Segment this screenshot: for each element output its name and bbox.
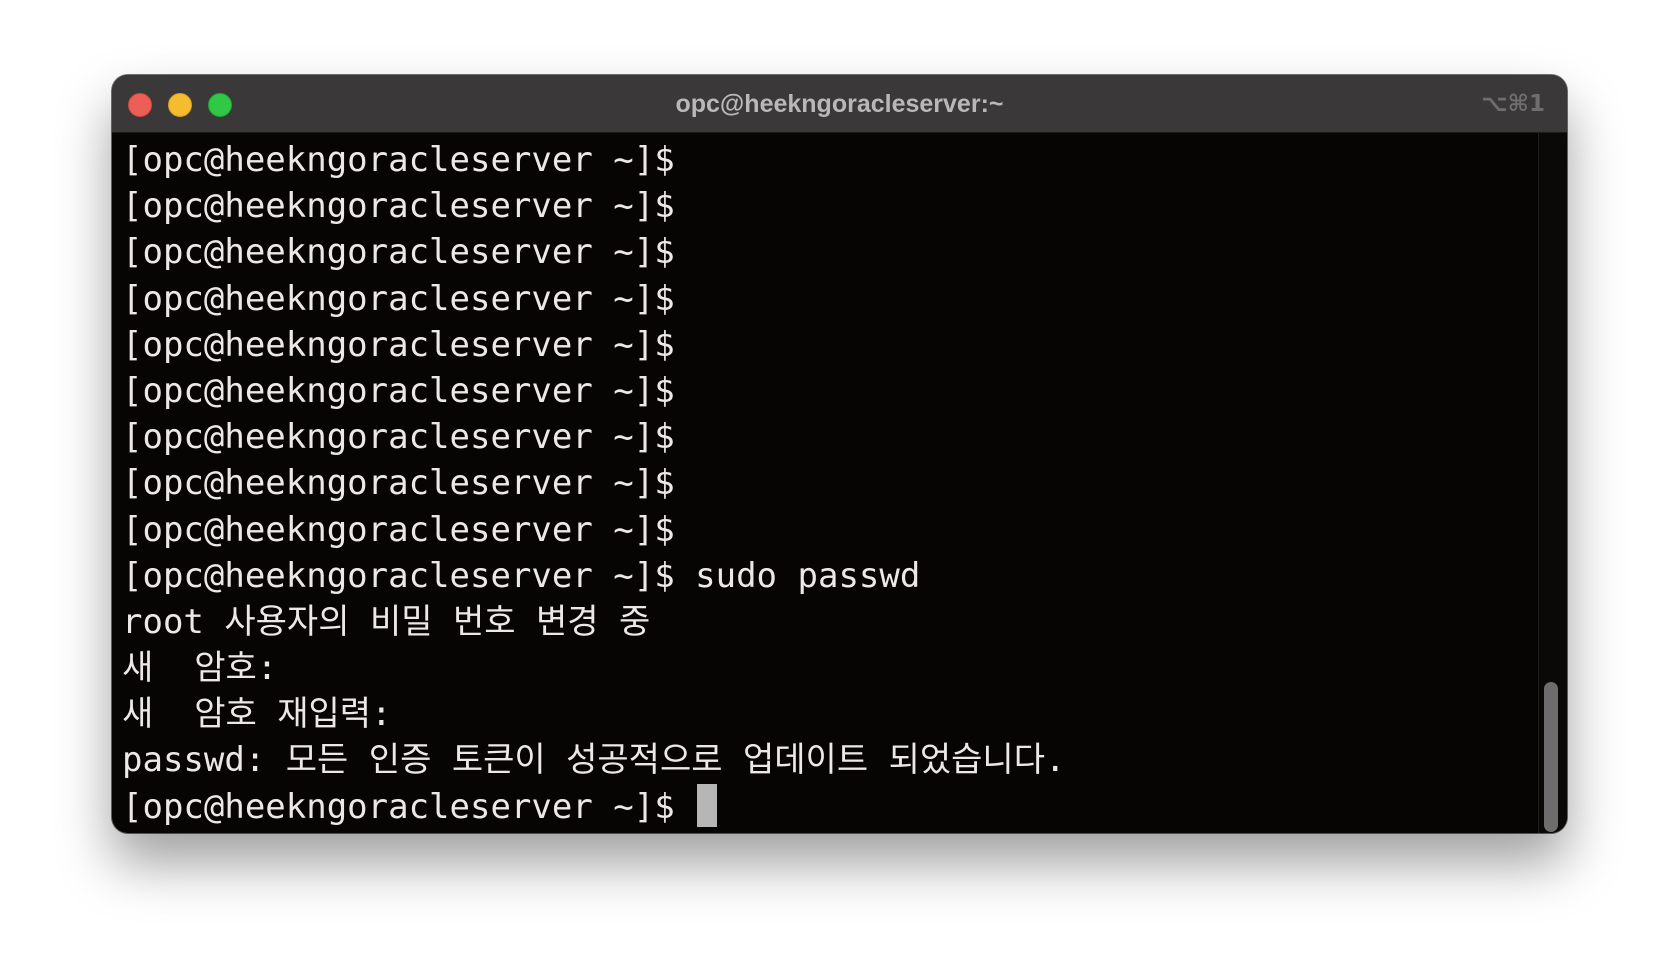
terminal-line: 새 암호:	[122, 648, 278, 689]
terminal-line: [opc@heekngoracleserver ~]$	[122, 509, 675, 550]
terminal-line: [opc@heekngoracleserver ~]$	[122, 463, 675, 504]
terminal-line: [opc@heekngoracleserver ~]$	[122, 278, 675, 319]
terminal-line: [opc@heekngoracleserver ~]$	[122, 370, 675, 411]
terminal-line: [opc@heekngoracleserver ~]$ sudo passwd	[122, 555, 921, 596]
terminal-line: [opc@heekngoracleserver ~]$	[122, 324, 675, 365]
terminal-output[interactable]: [opc@heekngoracleserver ~]$ [opc@heekngo…	[122, 137, 1542, 827]
terminal-line: root 사용자의 비밀 번호 변경 중	[122, 601, 651, 642]
text-cursor	[697, 783, 718, 827]
window-title: opc@heekngoracleserver:~	[675, 90, 1004, 118]
terminal-prompt: [opc@heekngoracleserver ~]$	[122, 786, 696, 827]
terminal-line: 새 암호 재입력:	[122, 694, 392, 735]
title-bar[interactable]: opc@heekngoracleserver:~ ⌥⌘1	[112, 75, 1567, 133]
terminal-prompt-line[interactable]: [opc@heekngoracleserver ~]$	[122, 783, 1542, 830]
terminal-line: [opc@heekngoracleserver ~]$	[122, 186, 675, 227]
terminal-line: [opc@heekngoracleserver ~]$	[122, 417, 675, 458]
terminal-line: passwd: 모든 인증 토큰이 성공적으로 업데이트 되었습니다.	[122, 740, 1066, 781]
terminal-line: [opc@heekngoracleserver ~]$	[122, 140, 675, 180]
scrollbar-thumb[interactable]	[1544, 682, 1558, 832]
window-shortcut: ⌥⌘1	[1481, 91, 1545, 117]
terminal-line: [opc@heekngoracleserver ~]$	[122, 232, 675, 273]
terminal-window: opc@heekngoracleserver:~ ⌥⌘1 [opc@heekng…	[112, 75, 1567, 833]
